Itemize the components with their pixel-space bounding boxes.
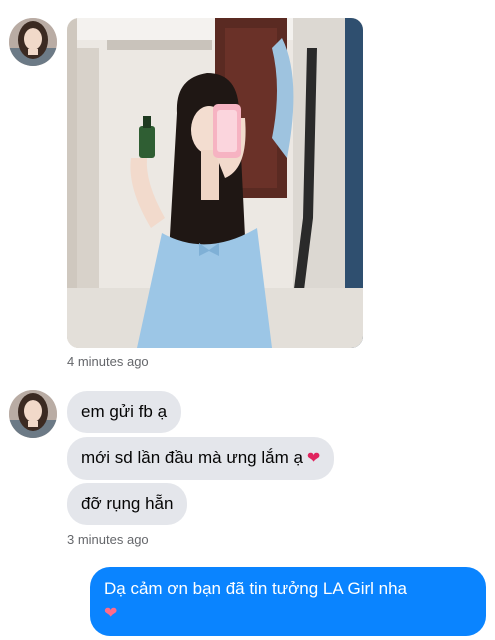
avatar-icon xyxy=(9,18,57,66)
sender-avatar[interactable] xyxy=(9,18,57,66)
incoming-message[interactable]: em gửi fb ạ xyxy=(67,391,182,433)
incoming-message[interactable]: đỡ rụng hẵn xyxy=(67,483,188,525)
photo-timestamp: 4 minutes ago xyxy=(67,354,149,369)
outgoing-message[interactable]: Dạ cảm ơn bạn đã tin tưởng LA Girl nha ❤ xyxy=(90,567,486,636)
message-text: Dạ cảm ơn bạn đã tin tưởng LA Girl nha xyxy=(104,579,408,598)
message-text: em gửi fb ạ xyxy=(81,402,168,421)
heart-icon: ❤ xyxy=(306,450,321,467)
message-text: mới sd lần đầu mà ưng lắm ạ xyxy=(81,448,303,467)
sender-avatar[interactable] xyxy=(9,390,57,438)
heart-icon: ❤ xyxy=(104,605,118,622)
message-text: đỡ rụng hẵn xyxy=(81,494,174,513)
avatar-icon xyxy=(9,390,57,438)
messages-timestamp: 3 minutes ago xyxy=(67,532,149,547)
incoming-message[interactable]: mới sd lần đầu mà ưng lắm ạ ❤ xyxy=(67,437,335,480)
shared-photo[interactable] xyxy=(67,18,363,348)
